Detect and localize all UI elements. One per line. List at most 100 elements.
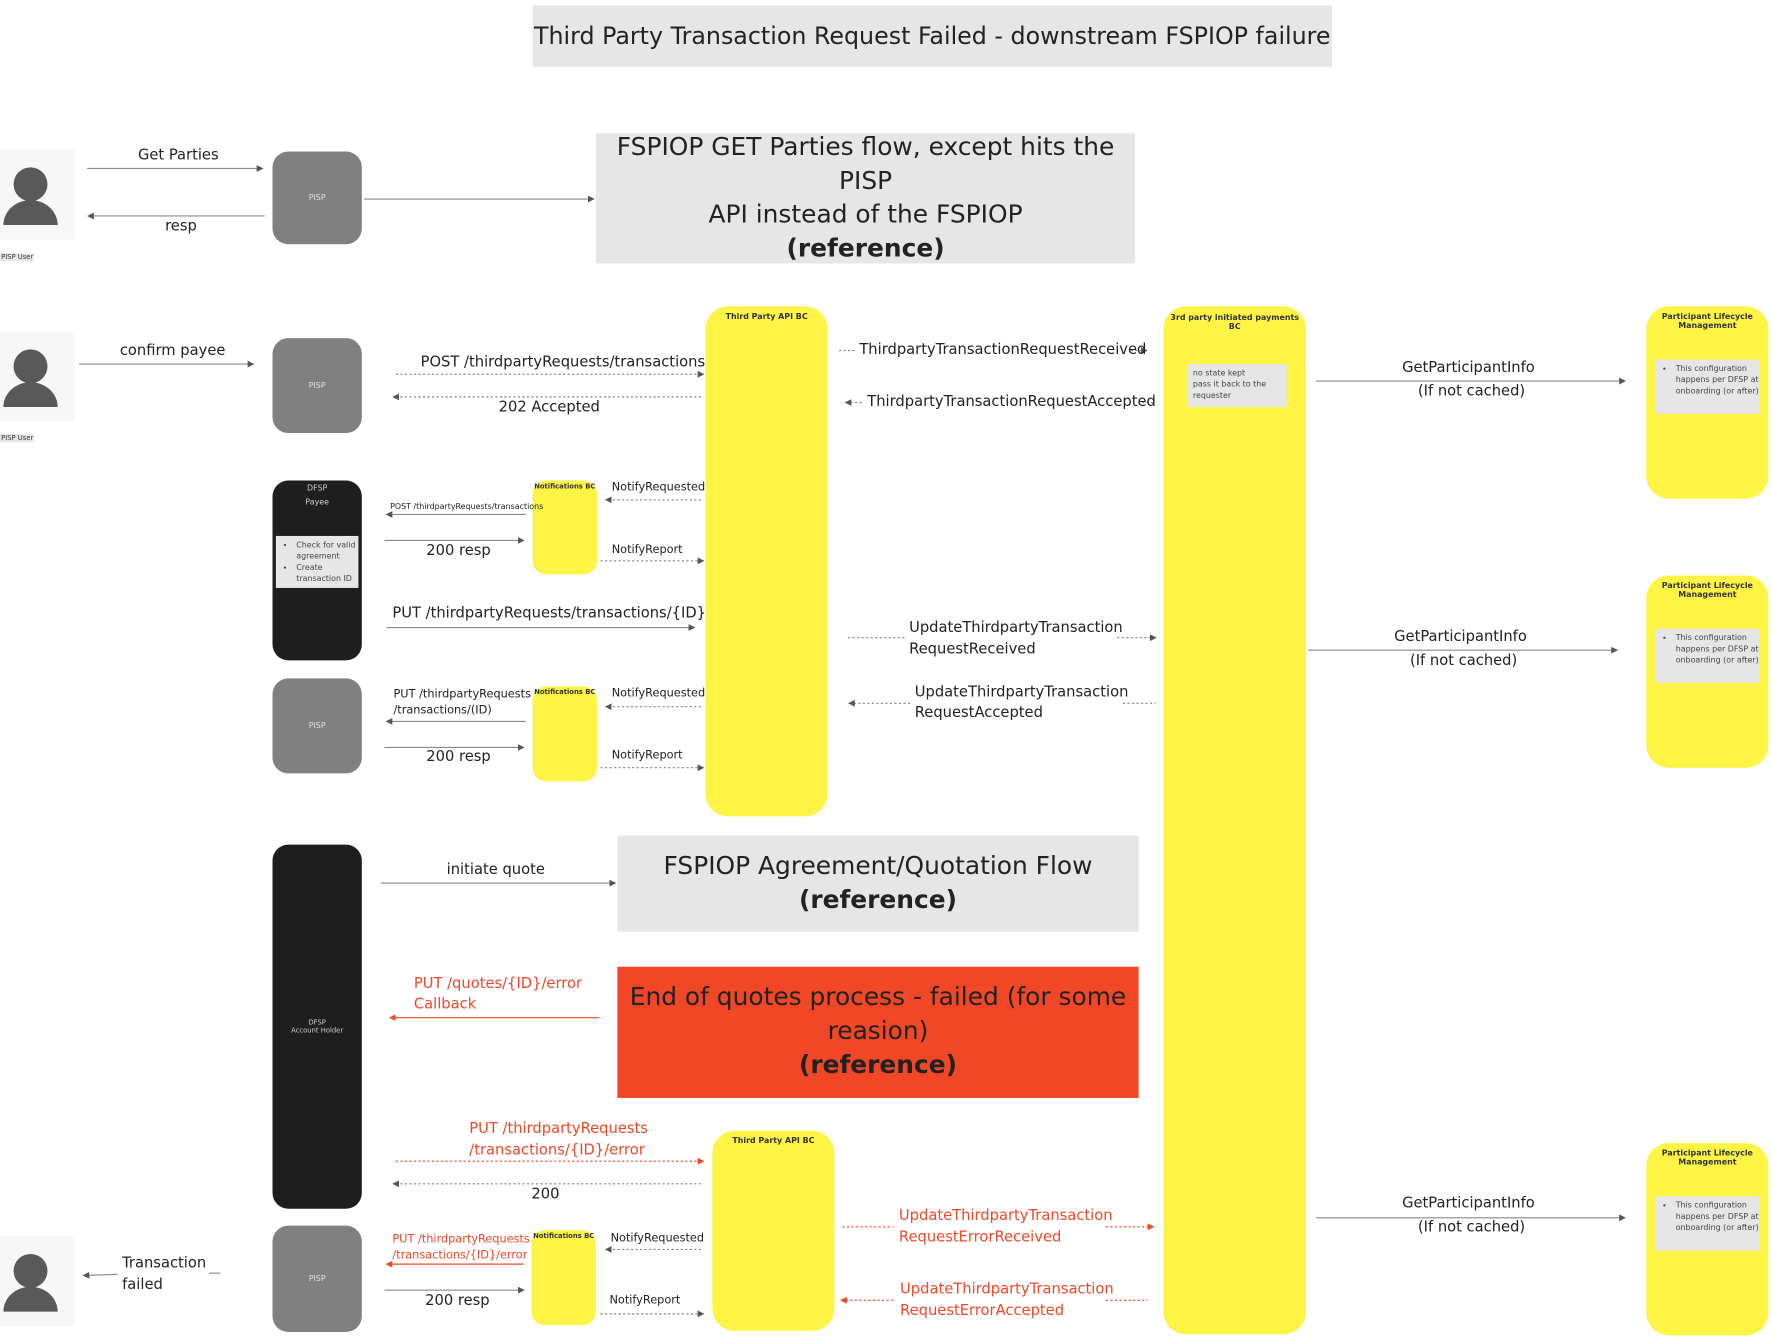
get-parties-reference-box: FSPIOP GET Parties flow, except hits the… [595,133,1136,264]
line: UpdateThirdpartyTransaction [900,1281,1114,1299]
msg-get-participant-info-1: GetParticipantInfo [1402,359,1535,377]
ref-line-1: End of quotes process - failed (for some [629,983,1127,1012]
bc-title: Third Party API BC [732,1136,815,1146]
bc-title: Participant Lifecycle Management [1661,1148,1753,1167]
bc-title: Notifications BC [534,482,596,491]
msg-put-tpr-error-small: PUT /thirdpartyRequests/transactions/{ID… [392,1232,529,1264]
notifications-bc-1: Notifications BC [532,480,598,575]
pisp-user-caption-1: PISP User [0,253,35,262]
config-note: This configuration happens per DFSP at o… [1655,359,1760,414]
payee-note: Check for valid agreement Create transac… [275,535,359,588]
note-line: no state kept [1192,368,1246,378]
msg-confirm-payee: confirm payee [119,342,226,360]
pisp-box-4: PISP [272,1225,362,1332]
dfsp-label: DFSP [307,483,328,493]
third-party-payments-bc: 3rd party initiated payments BC no state… [1163,306,1306,1335]
line: UpdateThirdpartyTransaction [914,684,1129,702]
line: PUT /thirdpartyRequests [392,1233,530,1247]
pisp-box-3: PISP [272,678,362,774]
third-party-api-bc-2: Third Party API BC [712,1130,835,1331]
line: PUT /thirdpartyRequests [469,1120,648,1138]
msg-initiate-quote: initiate quote [446,861,545,879]
msg-200-resp-2: 200 resp [426,748,491,766]
line: PUT /thirdpartyRequests [393,688,531,702]
line: /transactions/(ID) [393,704,492,717]
pisp-box-1: PISP [272,151,362,245]
note-item: Check for valid agreement [296,539,358,562]
user-icon [3,1253,58,1312]
msg-resp: resp [165,218,197,236]
note-item: This configuration happens per DFSP at o… [1676,632,1760,666]
user-icon [3,349,58,408]
msg-transaction-failed: Transaction failed [122,1253,206,1296]
bc-title: Notifications BC [533,1232,595,1241]
ref-tag: (reference) [798,1051,958,1080]
msg-tpr-accepted: ThirdpartyTransactionRequestAccepted [867,393,1156,411]
dfsp-payee-box: DFSP Payee Check for valid agreement Cre… [272,480,362,661]
msg-update-received: UpdateThirdpartyTransaction RequestReceiv… [909,617,1123,660]
notifications-bc-3: Notifications BC [531,1230,596,1326]
msg-put-tpr-id: PUT /thirdpartyRequests/transactions/{ID… [392,604,707,622]
line: RequestAccepted [914,704,1043,722]
participant-lifecycle-1: Participant Lifecycle Management This co… [1646,306,1769,499]
line: /transactions/{ID}/error [392,1249,528,1262]
note-item: Create transaction ID [296,562,358,585]
msg-put-quotes-error: PUT /quotes/{ID}/error Callback [414,975,582,1016]
line: UpdateThirdpartyTransaction [898,1207,1113,1225]
msg-put-tpr-error: PUT /thirdpartyRequests/transactions/{ID… [469,1118,648,1161]
participant-lifecycle-2: Participant Lifecycle Management This co… [1646,575,1769,768]
msg-post-tpr: POST /thirdpartyRequests/transactions [420,353,706,371]
ref-tag: (reference) [798,885,958,915]
account-holder-label: Account Holder [291,1026,344,1035]
pisp-user-caption-2: PISP User [0,434,35,443]
note-item: This configuration happens per DFSP at o… [1676,1200,1760,1234]
quotation-reference-box: FSPIOP Agreement/Quotation Flow (referen… [617,835,1139,932]
msg-202-accepted: 202 Accepted [498,399,600,417]
msg-update-error-received: UpdateThirdpartyTransaction RequestErrorR… [899,1205,1113,1248]
msg-200: 200 [531,1186,560,1204]
msg-notify-requested-1: NotifyRequested [611,481,706,495]
arrow-transaction-failed-a [82,1271,118,1279]
bc-title: Notifications BC [534,688,596,697]
msg-update-error-accepted: UpdateThirdpartyTransaction RequestErrorA… [900,1279,1114,1322]
ref-line-2: reasion) [827,1017,929,1046]
line: failed [122,1276,163,1294]
msg-200-resp-3: 200 resp [425,1292,490,1310]
line: RequestErrorReceived [898,1229,1062,1247]
pisp-box-2: PISP [272,338,362,434]
quotes-failed-reference-box: End of quotes process - failed (for some… [617,966,1139,1098]
msg-update-accepted: UpdateThirdpartyTransaction RequestAccept… [915,683,1129,724]
line: RequestReceived [909,641,1036,659]
msg-notify-requested-2: NotifyRequested [611,687,706,700]
dfsp-account-holder-box: DFSP Account Holder [272,844,362,1209]
payee-label: Payee [305,497,329,507]
msg-post-tpr-small: POST /thirdpartyRequests/transactions [390,502,544,512]
msg-200-resp-1: 200 resp [426,542,491,560]
msg-get-parties: Get Parties [137,146,219,164]
user-icon [3,167,58,226]
msg-notify-requested-3: NotifyRequested [610,1232,705,1245]
config-note: This configuration happens per DFSP at o… [1655,628,1760,683]
msg-if-not-cached-2: (If not cached) [1409,652,1518,670]
msg-get-participant-info-3: GetParticipantInfo [1402,1195,1535,1213]
msg-put-tpr-id-2: PUT /thirdpartyRequests/transactions/(ID… [393,687,530,719]
msg-notify-report-1: NotifyReport [611,543,683,557]
bc-title: Participant Lifecycle Management [1661,312,1753,331]
msg-notify-report-3: NotifyReport [609,1294,681,1308]
third-party-api-bc-1: Third Party API BC [705,306,828,817]
line: UpdateThirdpartyTransaction [909,619,1123,637]
notifications-bc-2: Notifications BC [532,686,598,782]
bc-title: 3rd party initiated payments BC [1170,313,1300,332]
bc-title: Third Party API BC [725,312,808,322]
line: PUT /quotes/{ID}/error [413,975,583,993]
note-line: requester [1192,391,1232,401]
participant-lifecycle-3: Participant Lifecycle Management This co… [1646,1143,1769,1336]
ref-line-2: API instead of the FSPIOP [708,200,1023,229]
msg-notify-report-2: NotifyReport [611,749,683,763]
ref-tag: (reference) [786,234,945,263]
msg-if-not-cached-3: (If not cached) [1417,1218,1526,1236]
pisp-user-actor-3 [0,1235,75,1327]
no-state-note: no state kept pass it back to the reques… [1187,364,1287,408]
note-line: pass it back to the [1192,379,1267,389]
line: Callback [413,996,477,1014]
